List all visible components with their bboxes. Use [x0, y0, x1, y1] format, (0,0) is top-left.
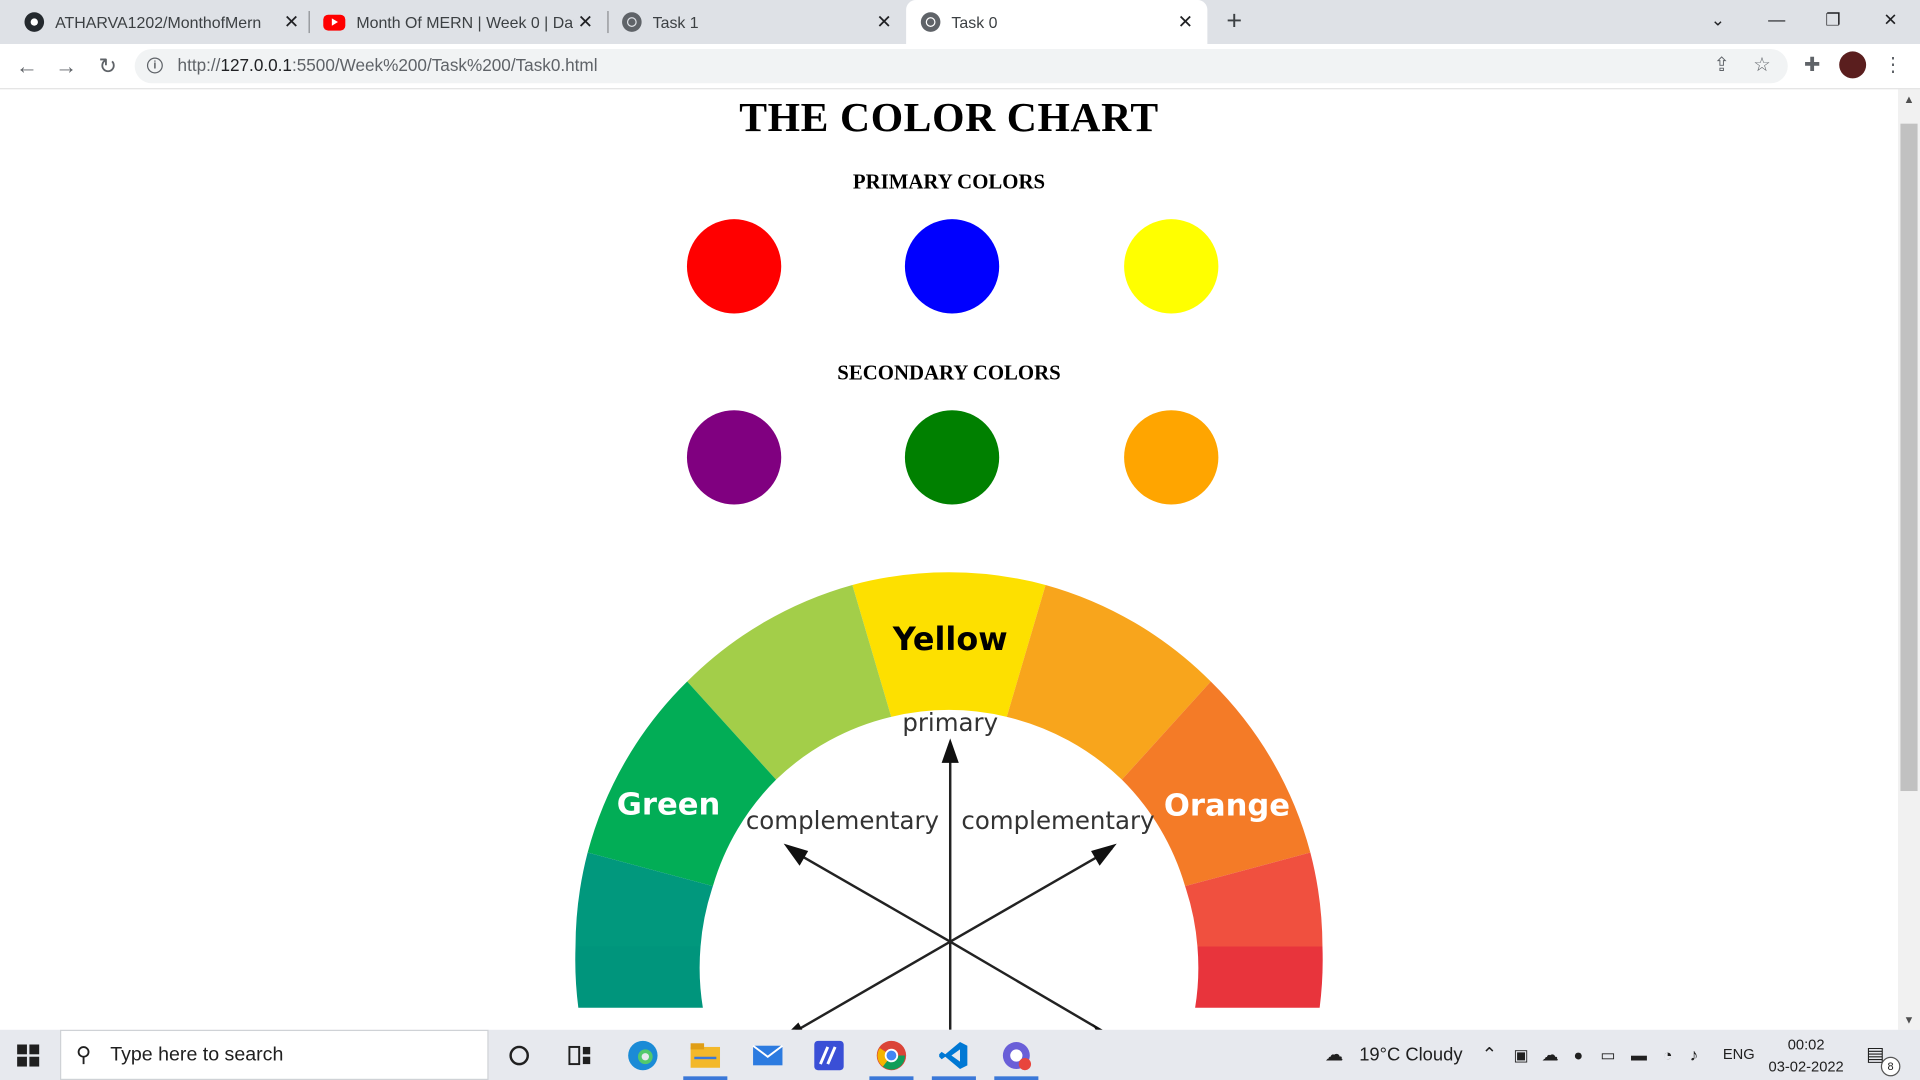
wheel-label-complementary-left: complementary	[746, 806, 939, 835]
close-icon[interactable]: ✕	[1173, 11, 1197, 33]
tab-search-chevron-icon[interactable]: ⌄	[1690, 0, 1746, 39]
secondary-color-circle	[686, 410, 782, 505]
back-arrow-icon[interactable]: ←	[12, 51, 41, 80]
secondary-color-circle	[1124, 410, 1219, 505]
language-indicator[interactable]: ENG	[1723, 1030, 1755, 1080]
search-icon: ⚲	[75, 1043, 92, 1067]
extensions-puzzle-icon[interactable]: ✚	[1798, 51, 1827, 80]
clock-time: 00:02	[1787, 1035, 1825, 1054]
taskbar-search-input[interactable]: ⚲ Type here to search	[60, 1029, 489, 1080]
tab-github[interactable]: ATHARVA1202/MonthofMern ✕	[0, 0, 313, 44]
profile-avatar[interactable]	[1839, 51, 1867, 79]
reload-icon[interactable]: ↻	[93, 51, 122, 80]
tab-title: Task 1	[652, 12, 699, 32]
tab-title: Month Of MERN | Week 0 | Day 2	[356, 12, 574, 32]
secondary-color-circle	[904, 410, 1000, 505]
close-icon[interactable]: ✕	[279, 11, 303, 33]
weather-text[interactable]: 19°C Cloudy	[1359, 1030, 1462, 1080]
wheel-label-complementary-right: complementary	[961, 806, 1154, 835]
tab-title: Task 0	[951, 12, 998, 32]
tab-strip: ATHARVA1202/MonthofMern ✕ Month Of MERN …	[0, 0, 1920, 45]
color-wheel-image: Yellow Green Orange primary complementar…	[575, 572, 1323, 1030]
primary-color-circle	[686, 219, 782, 314]
task-view-icon[interactable]	[558, 1036, 602, 1074]
wheel-label-green: Green	[617, 787, 721, 822]
secondary-colors-heading: SECONDARY COLORS	[837, 361, 1061, 385]
address-bar[interactable]: i http://127.0.0.1:5500/Week%200/Task%20…	[134, 48, 1788, 84]
more-menu-icon[interactable]: ⋮	[1878, 51, 1907, 80]
app-icon[interactable]	[807, 1036, 851, 1074]
site-info-icon[interactable]: i	[146, 57, 163, 74]
restore-icon[interactable]: ❐	[1805, 0, 1861, 39]
primary-color-circle	[1124, 219, 1219, 314]
wheel-label-yellow: Yellow	[892, 620, 1008, 658]
microphone-icon[interactable]: ●	[1573, 1030, 1583, 1080]
windows-start-icon[interactable]	[17, 1044, 40, 1067]
page-title: THE COLOR CHART	[739, 95, 1159, 141]
mail-icon[interactable]	[746, 1036, 790, 1074]
youtube-icon	[323, 14, 346, 31]
share-icon[interactable]: ⇪	[1707, 51, 1736, 80]
onedrive-cloud-icon[interactable]: ☁	[1542, 1030, 1559, 1080]
page-scrollbar[interactable]: ▲ ▼	[1897, 89, 1920, 1030]
close-icon[interactable]: ✕	[872, 11, 896, 33]
notification-count-badge: 8	[1880, 1056, 1901, 1077]
tab-task-1[interactable]: Task 1 ✕	[612, 0, 906, 44]
url-text[interactable]: http://127.0.0.1:5500/Week%200/Task%200/…	[178, 55, 598, 75]
wifi-icon[interactable]: ◔	[1663, 1030, 1673, 1080]
tab-separator	[308, 11, 310, 34]
page-content: THE COLOR CHART PRIMARY COLORS SECONDARY…	[0, 89, 1898, 1030]
tab-task-0[interactable]: Task 0 ✕	[906, 0, 1208, 45]
forward-arrow-icon[interactable]: →	[51, 51, 80, 80]
close-window-icon[interactable]: ✕	[1862, 0, 1918, 39]
wheel-segment-red	[1195, 946, 1323, 1008]
file-explorer-icon[interactable]	[683, 1036, 728, 1080]
tab-youtube[interactable]: Month Of MERN | Week 0 | Day 2 ✕	[313, 0, 607, 44]
chrome-icon[interactable]	[869, 1036, 914, 1080]
scroll-up-arrow-icon[interactable]: ▲	[1898, 89, 1920, 109]
vscode-icon[interactable]	[931, 1036, 976, 1080]
scroll-down-arrow-icon[interactable]: ▼	[1898, 1010, 1920, 1030]
volume-icon[interactable]: ♪	[1690, 1030, 1699, 1080]
battery-icon[interactable]: ▬	[1631, 1030, 1647, 1080]
primary-colors-heading: PRIMARY COLORS	[852, 170, 1046, 194]
clock[interactable]: 00:02 03-02-2022	[1763, 1033, 1849, 1077]
clock-date: 03-02-2022	[1768, 1057, 1844, 1076]
minimize-icon[interactable]: —	[1749, 0, 1805, 39]
scrollbar-thumb[interactable]	[1900, 123, 1918, 792]
browser-toolbar: ← → ↻ i http://127.0.0.1:5500/Week%200/T…	[0, 44, 1920, 90]
globe-icon	[622, 12, 642, 32]
close-icon[interactable]: ✕	[573, 11, 597, 33]
tab-separator	[607, 11, 609, 34]
windows-taskbar: ⚲ Type here to search ☁ 19°C Cloudy ⌃ ▣ …	[0, 1029, 1920, 1080]
show-hidden-icons-chevron-icon[interactable]: ⌃	[1482, 1030, 1497, 1080]
wheel-label-primary: primary	[902, 708, 998, 737]
github-icon	[24, 12, 45, 32]
wheel-label-orange: Orange	[1164, 789, 1290, 824]
notification-app-icon[interactable]	[994, 1036, 1039, 1080]
weather-cloud-icon[interactable]: ☁	[1325, 1030, 1343, 1080]
wheel-arrows	[783, 738, 1117, 1030]
edge-browser-icon[interactable]	[621, 1036, 665, 1074]
search-placeholder: Type here to search	[110, 1044, 284, 1066]
tab-title: ATHARVA1202/MonthofMern	[55, 12, 262, 32]
globe-icon	[920, 12, 941, 32]
screen: ATHARVA1202/MonthofMern ✕ Month Of MERN …	[0, 0, 1920, 1080]
cortana-icon[interactable]	[497, 1036, 541, 1074]
primary-color-circle	[904, 219, 1000, 314]
wheel-segment-teal	[575, 946, 703, 1008]
new-tab-button[interactable]: +	[1220, 6, 1249, 35]
bookmark-star-icon[interactable]: ☆	[1747, 51, 1776, 80]
meet-now-icon[interactable]: ▣	[1513, 1030, 1528, 1080]
display-icon[interactable]: ▭	[1600, 1030, 1615, 1080]
